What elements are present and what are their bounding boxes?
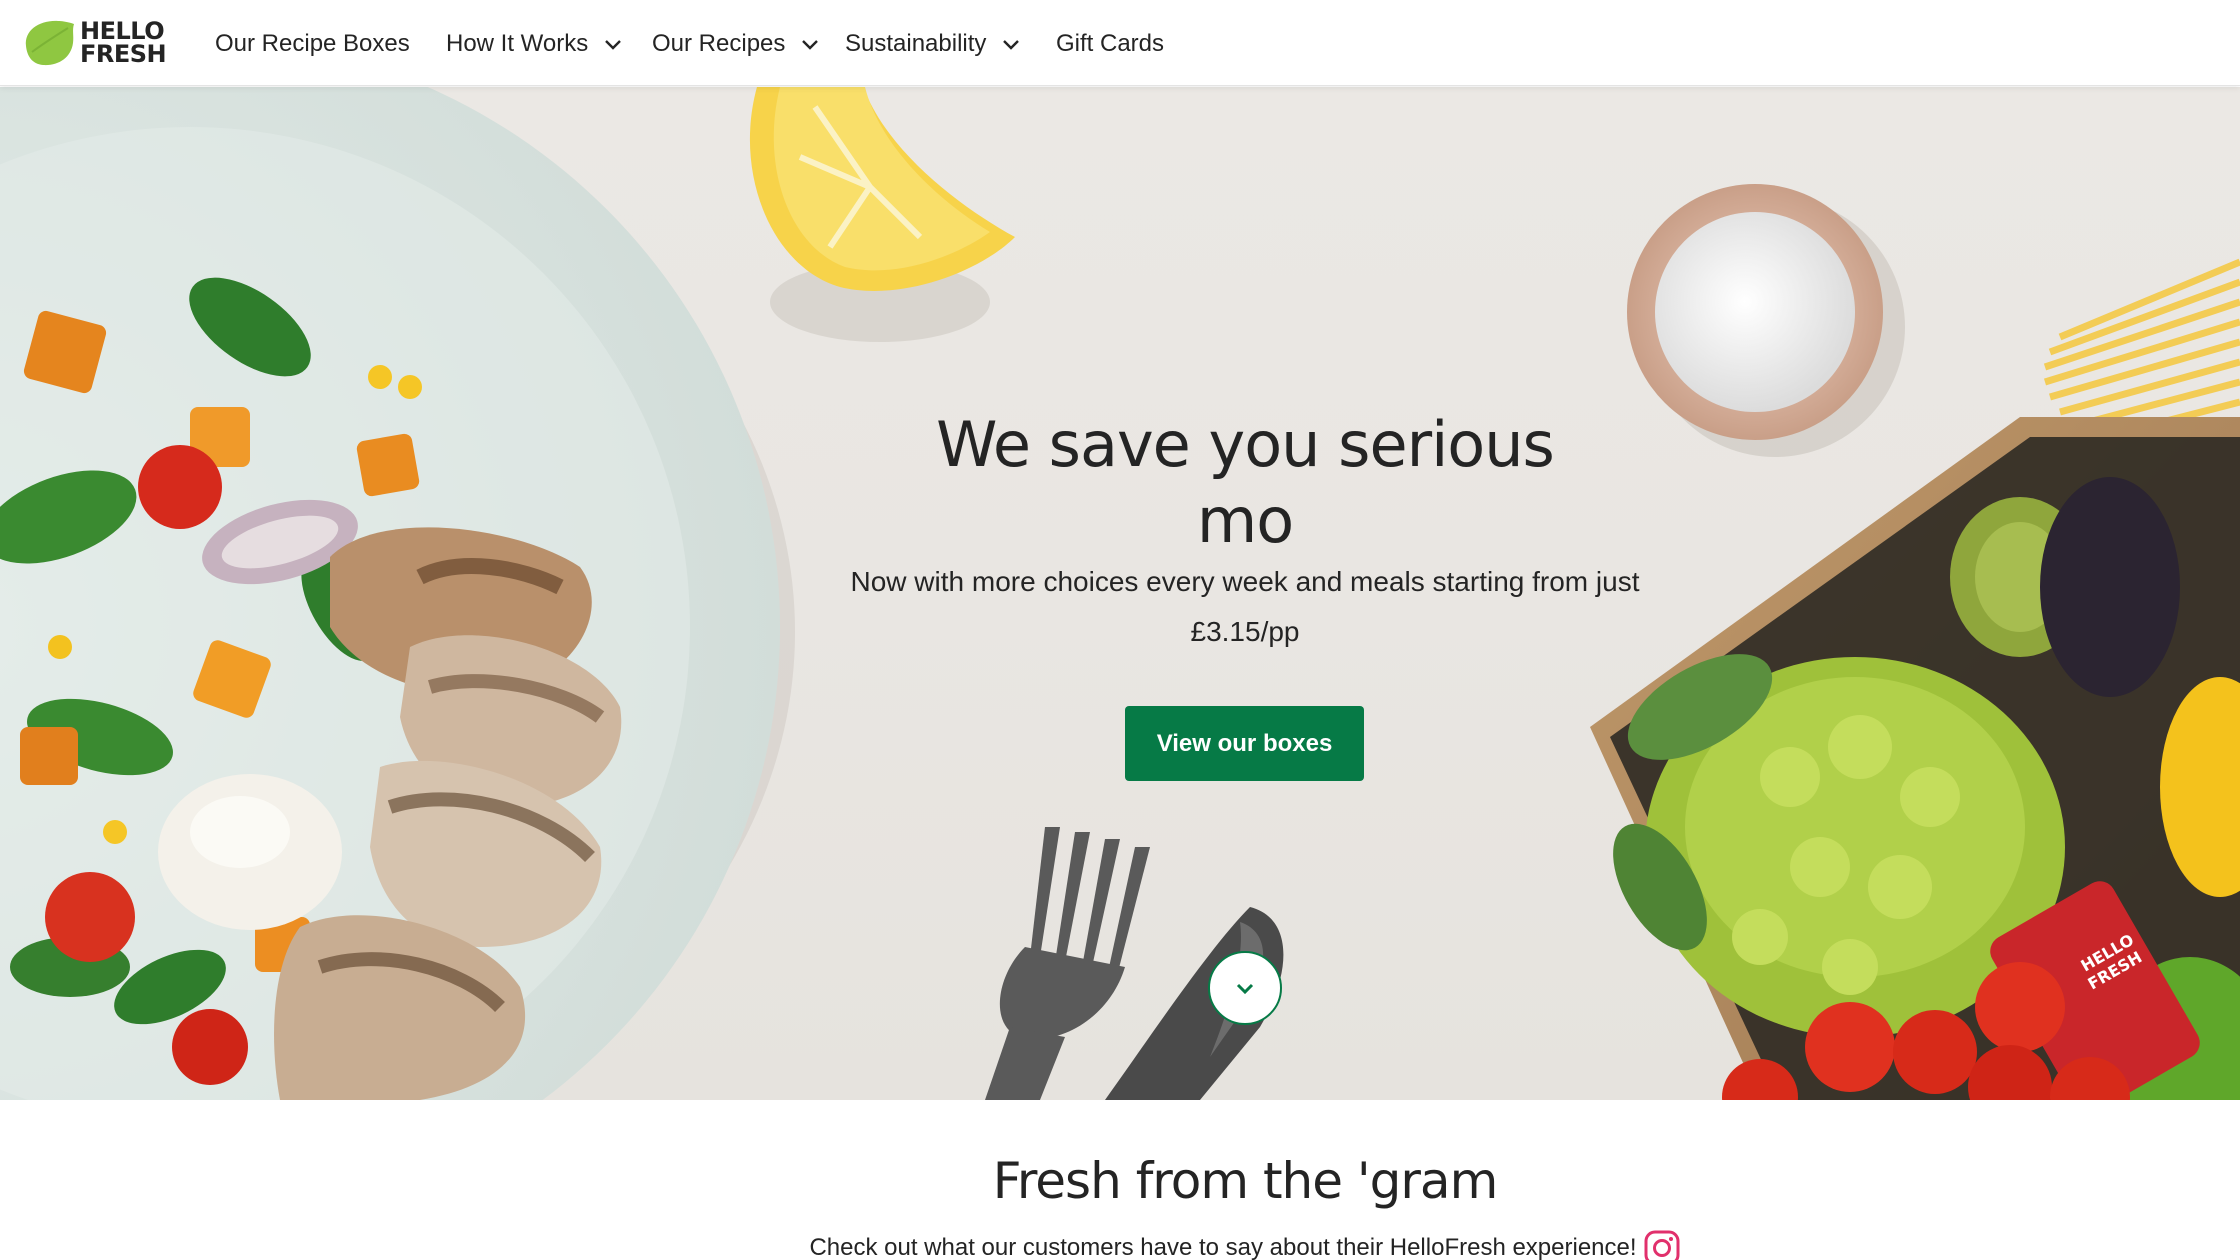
- hero-price-line: £3.15/pp: [1190, 616, 1300, 647]
- gram-section-subtitle: Check out what our customers have to say…: [780, 1228, 1710, 1260]
- lime-logo-icon: [25, 20, 74, 66]
- chevron-down-icon: [1003, 40, 1020, 50]
- nav-label: How It Works: [446, 30, 589, 57]
- hero-banner: HELLO FRESH We save you serious mo Now w…: [0, 87, 2240, 1100]
- nav-how-it-works[interactable]: How It Works: [446, 24, 622, 64]
- gram-subtitle-text: Check out what our customers have to say…: [809, 1234, 1637, 1260]
- hero-headline-line1: We save you serious: [936, 408, 1555, 481]
- hero-subheadline-line1: Now with more choices every week and mea…: [850, 566, 1640, 597]
- cta-label: View our boxes: [1156, 729, 1333, 757]
- gram-section-title: Fresh from the 'gram: [992, 1152, 1499, 1210]
- nav-label: Our Recipes: [652, 30, 786, 57]
- recipe-box: [1590, 417, 2240, 1100]
- view-our-boxes-button[interactable]: View our boxes: [1125, 706, 1364, 781]
- fork-shape: [985, 827, 1150, 1100]
- hellofresh-logo[interactable]: HELLO FRESH: [18, 16, 168, 70]
- nav-sustainability[interactable]: Sustainability: [845, 24, 1020, 64]
- nav-our-recipe-boxes[interactable]: Our Recipe Boxes: [215, 24, 410, 64]
- top-navigation: HELLO FRESH Our Recipe Boxes How It Work…: [0, 0, 2240, 86]
- hero-subheadline: Now with more choices every week and mea…: [820, 557, 1670, 657]
- hero-headline: We save you serious mo: [830, 407, 1660, 559]
- nav-label: Sustainability: [845, 30, 987, 57]
- nav-gift-cards[interactable]: Gift Cards: [1056, 24, 1164, 64]
- hero-headline-line2: mo: [1196, 484, 1294, 557]
- chevron-down-icon: [605, 40, 622, 50]
- nav-label: Our Recipe Boxes: [215, 30, 410, 57]
- instagram-icon[interactable]: [1643, 1229, 1681, 1260]
- logo-line-fresh: FRESH: [80, 40, 167, 68]
- nav-our-recipes[interactable]: Our Recipes: [652, 24, 819, 64]
- scroll-down-button[interactable]: [1208, 951, 1282, 1025]
- spaghetti-bundle: [2043, 258, 2240, 446]
- nav-label: Gift Cards: [1056, 30, 1165, 57]
- chevron-down-icon: [802, 40, 819, 50]
- lemon-wedge: [749, 87, 1015, 342]
- salt-bowl: [1627, 184, 1905, 457]
- chevron-down-icon: [1236, 983, 1254, 995]
- logo-wordmark: HELLO FRESH: [80, 19, 167, 68]
